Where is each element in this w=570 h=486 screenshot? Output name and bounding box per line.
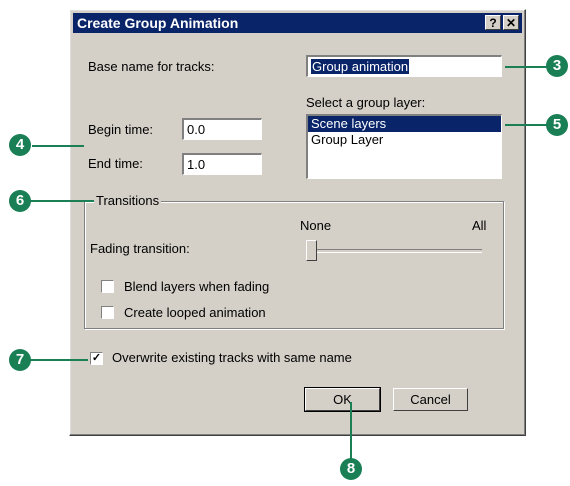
begin-time-label: Begin time:	[88, 122, 154, 137]
fading-transition-label: Fading transition:	[90, 241, 190, 256]
title-bar[interactable]: Create Group Animation ? ✕	[73, 13, 522, 33]
callout-5: 5	[546, 114, 568, 136]
list-item-group-layer[interactable]: Group Layer	[308, 132, 501, 148]
callout-7-line	[28, 359, 88, 361]
transitions-legend: Transitions	[94, 193, 162, 208]
ok-button[interactable]: OK	[304, 387, 381, 412]
callout-3: 3	[546, 55, 568, 77]
close-button[interactable]: ✕	[503, 15, 519, 30]
base-name-label: Base name for tracks:	[88, 59, 215, 74]
base-name-value: Group animation	[311, 59, 410, 74]
blend-layers-label: Blend layers when fading	[124, 279, 270, 294]
looped-animation-checkbox[interactable]	[101, 306, 114, 319]
overwrite-checkbox[interactable]: ✓	[90, 352, 103, 365]
group-layer-list[interactable]: Scene layers Group Layer	[306, 114, 502, 179]
list-item-scene-layers[interactable]: Scene layers	[308, 116, 501, 132]
end-time-label: End time:	[88, 156, 143, 171]
fading-slider-thumb[interactable]	[306, 240, 317, 261]
base-name-input[interactable]: Group animation	[306, 55, 502, 77]
slider-min-label: None	[300, 218, 332, 233]
callout-8: 8	[340, 458, 362, 480]
callout-4-line	[32, 145, 84, 147]
overwrite-label: Overwrite existing tracks with same name	[112, 350, 352, 365]
cancel-button[interactable]: Cancel	[393, 388, 468, 411]
dialog-title: Create Group Animation	[77, 15, 239, 31]
callout-6: 6	[9, 190, 31, 212]
begin-time-input[interactable]: 0.0	[182, 118, 262, 140]
help-button[interactable]: ?	[485, 15, 501, 30]
callout-6-line	[28, 200, 94, 202]
end-time-input[interactable]: 1.0	[182, 153, 262, 175]
fading-slider-track[interactable]	[306, 249, 482, 253]
create-group-animation-dialog: Create Group Animation ? ✕ Base name for…	[69, 9, 526, 436]
callout-4: 4	[9, 134, 31, 156]
callout-7: 7	[9, 349, 31, 371]
slider-max-label: All	[472, 218, 487, 233]
callout-8-line	[350, 402, 352, 460]
looped-animation-label: Create looped animation	[124, 305, 266, 320]
blend-layers-checkbox[interactable]	[101, 280, 114, 293]
group-layer-label: Select a group layer:	[306, 95, 426, 110]
